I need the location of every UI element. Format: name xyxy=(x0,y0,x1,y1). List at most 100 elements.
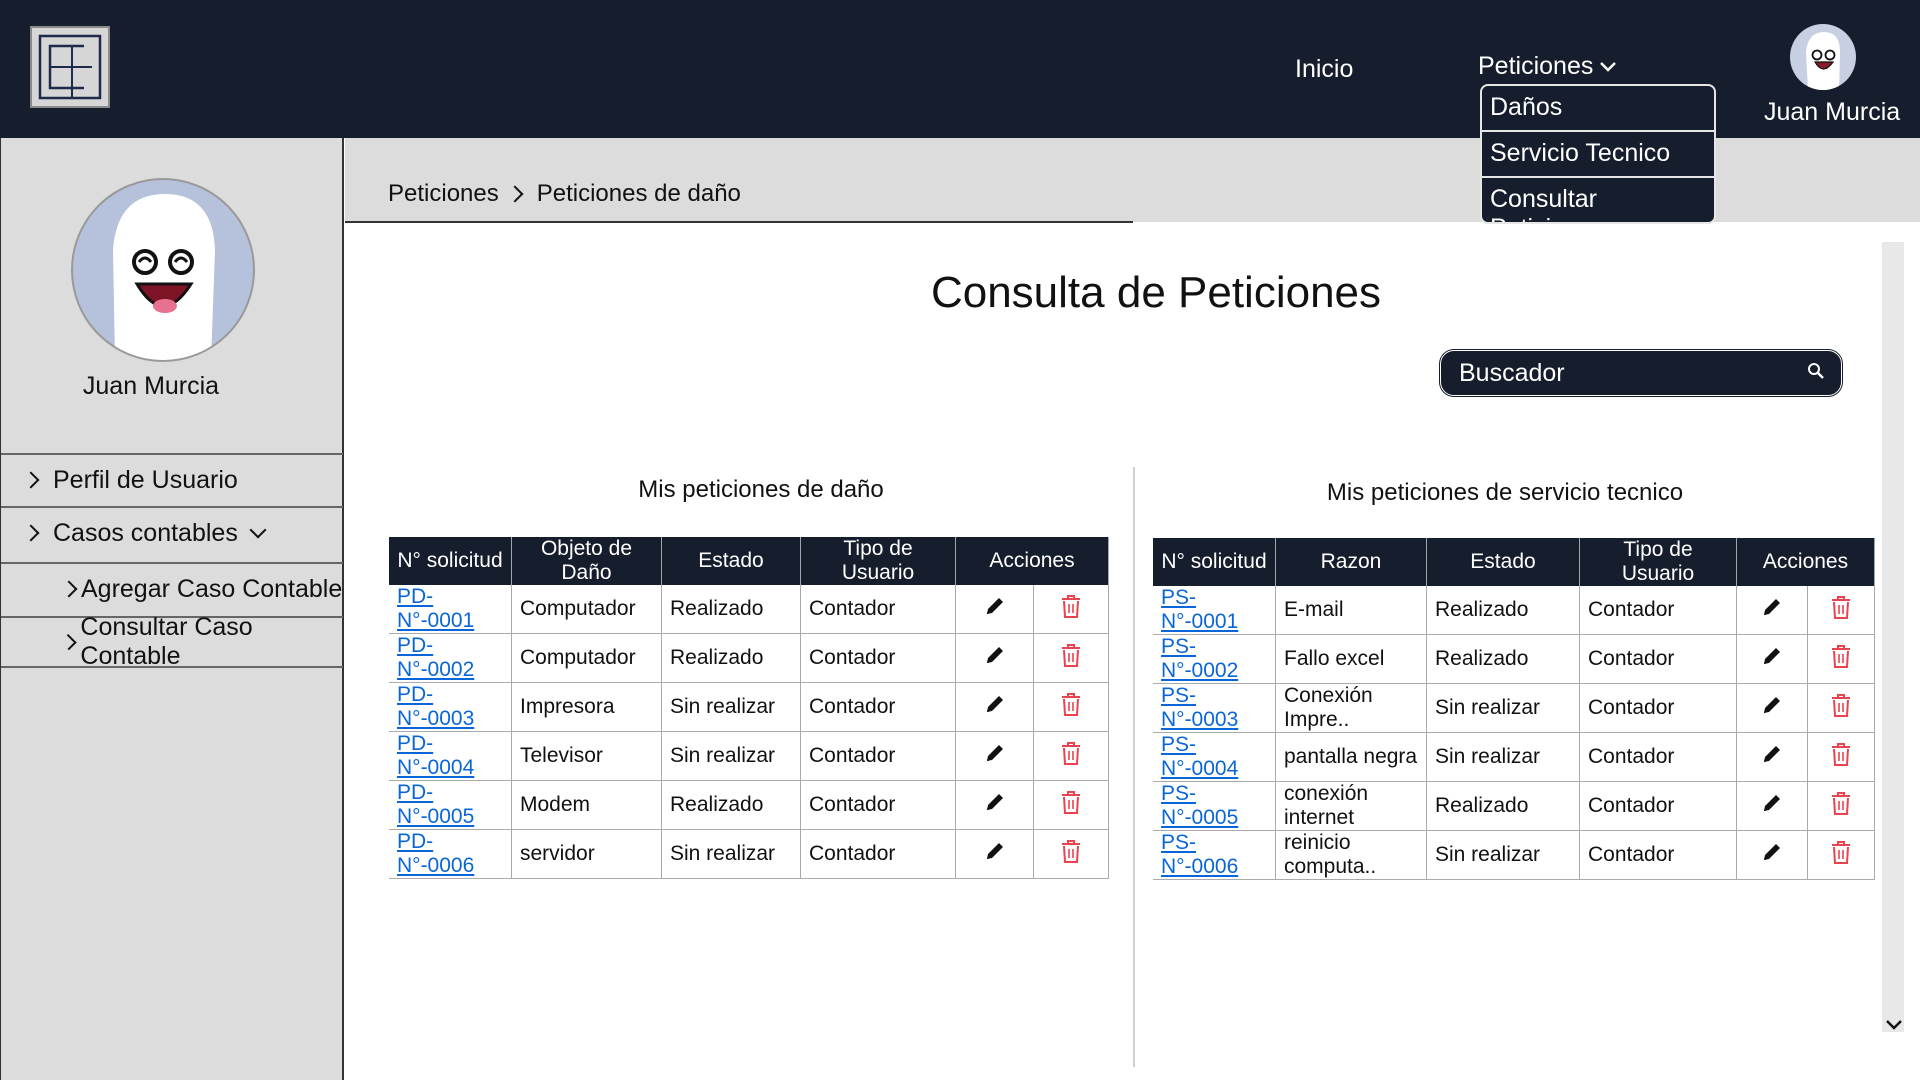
search-box[interactable] xyxy=(1440,350,1842,396)
sidebar-item-label: Casos contables xyxy=(53,518,238,547)
request-id-link[interactable]: PD-N°-0001 xyxy=(397,585,474,632)
app-logo[interactable] xyxy=(30,26,110,108)
pencil-icon[interactable] xyxy=(983,741,1007,771)
column-header: Tipo de Usuario xyxy=(800,537,956,585)
pencil-icon[interactable] xyxy=(1760,791,1784,821)
request-subject-cell: Modem xyxy=(511,780,662,830)
table-row: PD-N°-0002 Computador Realizado Contador xyxy=(389,633,1109,683)
request-id-link[interactable]: PS-N°-0005 xyxy=(1161,782,1238,829)
pencil-icon[interactable] xyxy=(1760,693,1784,723)
trash-icon[interactable] xyxy=(1060,691,1082,723)
trash-icon[interactable] xyxy=(1830,643,1852,675)
sidebar-item-consultar-caso[interactable]: Consultar Caso Contable xyxy=(1,613,343,670)
pencil-icon[interactable] xyxy=(983,790,1007,820)
damage-requests-table: N° solicitud Objeto de Daño Estado Tipo … xyxy=(389,537,1109,879)
request-id-link[interactable]: PS-N°-0001 xyxy=(1161,586,1238,633)
request-subject-cell: pantalla negra xyxy=(1275,732,1427,782)
request-id-cell: PD-N°-0003 xyxy=(389,682,512,732)
delete-cell xyxy=(1807,781,1876,831)
trash-icon[interactable] xyxy=(1830,839,1852,871)
scrollbar[interactable] xyxy=(1882,242,1904,1032)
request-subject-cell: Computador xyxy=(511,585,662,634)
request-subject-cell: reinicio computa.. xyxy=(1275,830,1427,880)
pencil-icon[interactable] xyxy=(983,643,1007,673)
sidebar-item-agregar-caso[interactable]: Agregar Caso Contable xyxy=(1,562,343,614)
search-input[interactable] xyxy=(1457,355,1791,391)
sidebar-item-casos-contables[interactable]: Casos contables xyxy=(1,506,343,558)
user-type-cell: Contador xyxy=(1579,830,1737,880)
search-icon[interactable] xyxy=(1807,362,1825,380)
request-id-link[interactable]: PD-N°-0002 xyxy=(397,634,474,681)
request-id-cell: PS-N°-0004 xyxy=(1153,732,1276,782)
user-type-cell: Contador xyxy=(1579,781,1737,831)
request-subject-cell: Computador xyxy=(511,633,662,683)
user-type-cell: Contador xyxy=(800,780,956,830)
request-id-link[interactable]: PS-N°-0006 xyxy=(1161,831,1238,878)
pencil-icon[interactable] xyxy=(1760,595,1784,625)
trash-icon[interactable] xyxy=(1060,740,1082,772)
page-title: Consulta de Peticiones xyxy=(930,268,1382,317)
pencil-icon[interactable] xyxy=(1760,644,1784,674)
trash-icon[interactable] xyxy=(1060,642,1082,674)
chevron-right-icon xyxy=(506,185,524,203)
trash-icon[interactable] xyxy=(1830,594,1852,626)
trash-icon[interactable] xyxy=(1060,789,1082,821)
request-subject-cell: Fallo excel xyxy=(1275,634,1427,684)
request-id-link[interactable]: PD-N°-0006 xyxy=(397,830,474,877)
request-id-cell: PS-N°-0002 xyxy=(1153,634,1276,684)
delete-cell xyxy=(1033,585,1109,634)
column-header: Acciones xyxy=(955,537,1109,585)
trash-icon[interactable] xyxy=(1830,741,1852,773)
request-id-cell: PD-N°-0005 xyxy=(389,780,512,830)
pencil-icon[interactable] xyxy=(983,839,1007,869)
table-row: PS-N°-0003 Conexión Impre.. Sin realizar Co… xyxy=(1153,683,1876,733)
request-id-link[interactable]: PS-N°-0004 xyxy=(1161,733,1238,780)
request-id-link[interactable]: PD-N°-0004 xyxy=(397,732,474,779)
request-id-link[interactable]: PS-N°-0003 xyxy=(1161,684,1238,731)
request-id-cell: PS-N°-0003 xyxy=(1153,683,1276,733)
table-row: PS-N°-0006 reinicio computa.. Sin realizar… xyxy=(1153,830,1876,880)
nav-inicio[interactable]: Inicio xyxy=(1295,55,1353,84)
column-header: Tipo de Usuario xyxy=(1579,538,1737,586)
menu-item-consultar-peticiones[interactable]: Consultar Peticiones xyxy=(1482,178,1714,222)
pencil-icon[interactable] xyxy=(1760,742,1784,772)
nav-peticiones[interactable]: Peticiones xyxy=(1478,52,1617,81)
breadcrumb-divider xyxy=(345,221,1133,223)
delete-cell xyxy=(1033,829,1109,879)
trash-icon[interactable] xyxy=(1830,692,1852,724)
peticiones-dropdown-menu: Daños Servicio Tecnico Consultar Peticio… xyxy=(1480,84,1716,224)
delete-cell xyxy=(1807,586,1876,635)
breadcrumb-peticiones[interactable]: Peticiones xyxy=(388,180,499,208)
menu-item-danos[interactable]: Daños xyxy=(1482,86,1714,132)
request-id-cell: PD-N°-0006 xyxy=(389,829,512,879)
request-id-link[interactable]: PS-N°-0002 xyxy=(1161,635,1238,682)
delete-cell xyxy=(1033,633,1109,683)
table-row: PS-N°-0004 pantalla negra Sin realizar Cont… xyxy=(1153,732,1876,782)
sidebar-avatar xyxy=(71,178,255,362)
pencil-icon[interactable] xyxy=(1760,840,1784,870)
table-row: PD-N°-0003 Impresora Sin realizar Contador xyxy=(389,682,1109,732)
request-id-link[interactable]: PD-N°-0005 xyxy=(397,781,474,828)
column-header: Objeto de Daño xyxy=(511,537,662,585)
request-subject-cell: servidor xyxy=(511,829,662,879)
column-header: Razon xyxy=(1275,538,1427,586)
sidebar-item-label: Perfil de Usuario xyxy=(53,465,238,494)
header-user-name[interactable]: Juan Murcia xyxy=(1764,98,1900,127)
trash-icon[interactable] xyxy=(1060,593,1082,625)
avatar[interactable] xyxy=(1790,24,1856,90)
trash-icon[interactable] xyxy=(1830,790,1852,822)
menu-item-servicio-tecnico[interactable]: Servicio Tecnico xyxy=(1482,132,1714,178)
status-cell: Realizado xyxy=(1426,781,1580,831)
table-row: PD-N°-0001 Computador Realizado Contador xyxy=(389,585,1109,634)
pencil-icon[interactable] xyxy=(983,692,1007,722)
request-id-link[interactable]: PD-N°-0003 xyxy=(397,683,474,730)
breadcrumb-peticiones-dano: Peticiones de daño xyxy=(536,180,741,207)
pencil-icon[interactable] xyxy=(983,594,1007,624)
logo-icon xyxy=(38,34,102,100)
trash-icon[interactable] xyxy=(1060,838,1082,870)
sidebar-item-perfil[interactable]: Perfil de Usuario xyxy=(1,453,343,505)
edit-cell xyxy=(1736,830,1808,880)
status-cell: Realizado xyxy=(1426,586,1580,635)
user-type-cell: Contador xyxy=(800,829,956,879)
scroll-down-icon[interactable] xyxy=(1884,1015,1904,1035)
